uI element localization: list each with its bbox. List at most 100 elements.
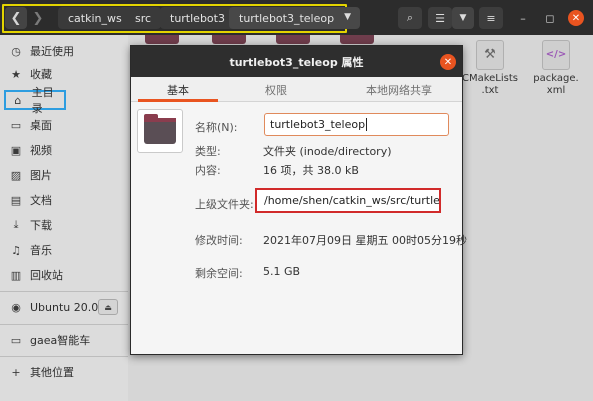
sidebar-divider	[0, 324, 128, 325]
folder-preview[interactable]	[137, 109, 183, 153]
modified-label: 修改时间:	[195, 234, 243, 247]
sidebar-item-label: 收藏	[30, 68, 52, 81]
search-icon: ⌕	[406, 11, 414, 24]
folder-icon	[144, 114, 176, 144]
view-options-button[interactable]: ▼	[452, 7, 474, 29]
eject-icon: ⏏	[104, 302, 112, 312]
modified-value: 2021年07月09日 星期五 00时05分19秒	[263, 234, 467, 247]
sidebar-item-starred[interactable]: ★ 收藏	[4, 64, 124, 84]
sidebar-item-label: 回收站	[30, 269, 63, 282]
tab-local-network-share[interactable]: 本地网络共享	[342, 77, 456, 102]
trash-icon: ▥	[10, 268, 22, 282]
document-icon: ▤	[10, 193, 22, 207]
music-icon: ♫	[11, 243, 21, 257]
name-input[interactable]: turtlebot3_teleop	[264, 113, 449, 136]
free-space-value: 5.1 GB	[263, 265, 301, 278]
folder-icon[interactable]	[145, 35, 179, 44]
hamburger-menu-icon: ≡	[486, 11, 496, 25]
disc-icon: ◉	[11, 300, 21, 314]
search-button[interactable]: ⌕	[398, 7, 422, 29]
parent-folder-value[interactable]: /home/shen/catkin_ws/src/turtlebot3	[255, 188, 441, 213]
sidebar-item-recent[interactable]: ◷ 最近使用	[4, 41, 124, 61]
file-item-cmakelists[interactable]: ⚒ CMakeLists .txt	[460, 40, 520, 97]
maximize-icon: ◻	[545, 11, 555, 25]
sidebar-item-downloads[interactable]: ⤓ 下载	[4, 215, 124, 235]
desktop-icon: ▭	[10, 118, 22, 132]
sidebar-item-videos[interactable]: ▣ 视频	[4, 140, 124, 160]
name-input-value: turtlebot3_teleop	[270, 118, 366, 131]
sidebar-item-label: 其他位置	[30, 366, 74, 379]
dialog-close-button[interactable]: ✕	[440, 54, 456, 70]
maximize-button[interactable]: ◻	[542, 10, 558, 26]
sidebar-item-label: 文档	[30, 194, 52, 207]
sidebar-divider	[0, 291, 128, 292]
menu-button[interactable]: ≡	[479, 7, 503, 29]
text-cursor	[366, 118, 368, 131]
contents-label: 内容:	[195, 164, 221, 177]
header-bar: ❮ ❯ catkin_ws src turtlebot3 turtlebot3_…	[0, 0, 593, 35]
sidebar-item-label: 音乐	[30, 244, 52, 257]
contents-value: 16 项，共 38.0 kB	[263, 164, 359, 177]
name-label: 名称(N):	[195, 121, 238, 134]
sidebar-item-label: 下载	[30, 219, 52, 232]
window-close-button[interactable]: ✕	[568, 10, 584, 26]
dialog-title: turtlebot3_teleop 属性	[131, 46, 462, 77]
close-icon: ✕	[443, 56, 453, 68]
sidebar-item-music[interactable]: ♫ 音乐	[4, 240, 124, 260]
sidebar-item-home[interactable]: ⌂ 主目录	[4, 86, 66, 115]
xml-file-icon: </>	[542, 40, 570, 70]
tab-permissions[interactable]: 权限	[241, 77, 311, 102]
star-icon: ★	[11, 67, 21, 81]
active-tab-indicator	[138, 99, 218, 102]
folder-icon[interactable]	[212, 35, 246, 44]
sidebar-item-gaea[interactable]: ▭ gaea智能车	[4, 330, 124, 350]
properties-dialog: turtlebot3_teleop 属性 ✕ 基本 权限 本地网络共享 名称(N…	[130, 45, 467, 355]
breadcrumb-turtlebot3-teleop[interactable]: turtlebot3_teleop ▼	[229, 7, 361, 29]
view-list-button[interactable]: ☰	[428, 7, 452, 29]
image-icon: ▨	[10, 168, 22, 182]
breadcrumb-src[interactable]: src	[125, 7, 162, 29]
minimize-icon: –	[520, 11, 526, 25]
eject-button[interactable]: ⏏	[98, 299, 118, 315]
minimize-button[interactable]: –	[515, 10, 531, 26]
sidebar-item-label: 视频	[30, 144, 52, 157]
file-item-package-xml[interactable]: </> package. xml	[526, 40, 586, 97]
chevron-down-icon: ▼	[344, 12, 352, 22]
folder-icon: ▭	[10, 333, 22, 347]
sidebar-item-pictures[interactable]: ▨ 图片	[4, 165, 124, 185]
breadcrumb-label: turtlebot3_teleop	[239, 11, 335, 25]
file-name: package. xml	[533, 73, 579, 96]
breadcrumb-turtlebot3[interactable]: turtlebot3	[160, 7, 235, 29]
plus-icon: +	[11, 365, 21, 379]
back-button[interactable]: ❮	[5, 7, 27, 29]
home-icon: ⌂	[14, 93, 22, 107]
free-space-label: 剩余空间:	[195, 267, 243, 280]
forward-button[interactable]: ❯	[27, 7, 49, 29]
close-icon: ✕	[571, 12, 581, 24]
sidebar-divider	[0, 356, 128, 357]
clock-icon: ◷	[11, 44, 21, 58]
breadcrumb-catkin-ws[interactable]: catkin_ws	[58, 7, 132, 29]
sidebar-item-desktop[interactable]: ▭ 桌面	[4, 115, 124, 135]
list-view-icon: ☰	[435, 11, 445, 25]
type-value: 文件夹 (inode/directory)	[263, 145, 392, 158]
file-name: CMakeLists .txt	[461, 73, 518, 96]
chevron-down-icon: ▼	[459, 13, 467, 23]
folder-icon[interactable]	[340, 35, 374, 44]
sidebar-item-label: 图片	[30, 169, 52, 182]
sidebar-item-label: 主目录	[31, 86, 54, 115]
wrench-file-icon: ⚒	[476, 40, 504, 70]
sidebar-item-label: 最近使用	[30, 45, 74, 58]
sidebar-item-other-locations[interactable]: + 其他位置	[4, 362, 124, 382]
chevron-left-icon: ❮	[10, 10, 22, 26]
chevron-right-icon: ❯	[32, 10, 44, 26]
sidebar-item-label: Ubuntu 20.0...	[30, 300, 109, 314]
sidebar-item-documents[interactable]: ▤ 文档	[4, 190, 124, 210]
download-icon: ⤓	[13, 218, 19, 231]
folder-icon[interactable]	[276, 35, 310, 44]
type-label: 类型:	[195, 145, 221, 158]
sidebar-item-trash[interactable]: ▥ 回收站	[4, 265, 124, 285]
parent-folder-label: 上级文件夹:	[195, 198, 254, 211]
sidebar-item-label: gaea智能车	[30, 334, 91, 347]
video-icon: ▣	[10, 143, 22, 157]
